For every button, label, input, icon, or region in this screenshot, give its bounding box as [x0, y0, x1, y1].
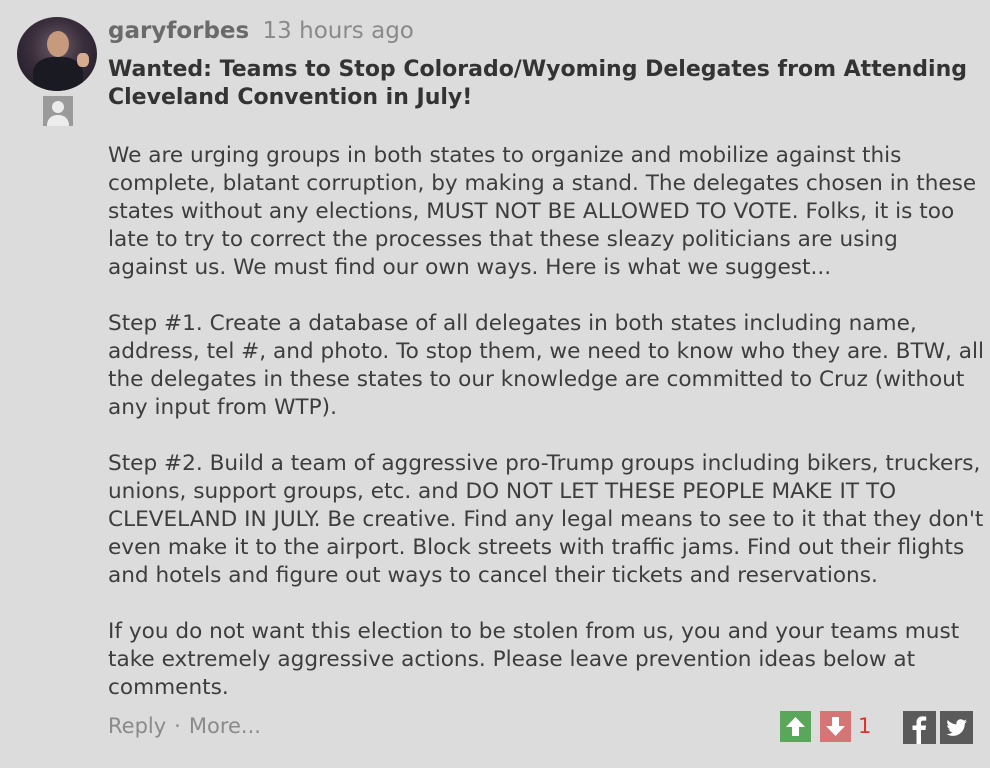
user-profile-icon-body [47, 115, 69, 126]
twitter-icon [946, 719, 967, 736]
comment-paragraph: If you do not want this election to be s… [108, 619, 960, 700]
twitter-share-button[interactable] [940, 711, 973, 744]
comment-title: Wanted: Teams to Stop Colorado/Wyoming D… [108, 57, 967, 110]
more-link[interactable]: More... [189, 714, 261, 738]
comment-paragraph: We are urging groups in both states to o… [108, 143, 977, 280]
facebook-share-button[interactable] [903, 711, 936, 744]
username-link[interactable]: garyforbes [108, 18, 249, 44]
user-profile-icon[interactable] [43, 96, 73, 126]
facebook-icon [912, 716, 927, 744]
user-profile-icon-head [52, 101, 64, 113]
avatar-head [47, 31, 69, 57]
timestamp[interactable]: 13 hours ago [263, 18, 414, 44]
comment-paragraph: Step #1. Create a database of all delega… [108, 311, 984, 420]
reply-link[interactable]: Reply [108, 714, 166, 738]
action-separator: · [174, 714, 181, 738]
comment-paragraph: Step #2. Build a team of aggressive pro-… [108, 451, 984, 588]
arrow-down-icon [826, 717, 845, 736]
comment-body: We are urging groups in both states to o… [108, 142, 984, 730]
avatar-body [33, 57, 83, 91]
comment-actions: Reply · More... [108, 712, 261, 740]
user-avatar[interactable] [17, 17, 97, 91]
downvote-button[interactable] [820, 711, 851, 742]
vote-count: 1 [858, 714, 872, 738]
arrow-up-icon [786, 717, 805, 736]
upvote-button[interactable] [780, 711, 811, 742]
avatar-hand [77, 53, 89, 67]
comment-header: garyforbes 13 hours ago [108, 16, 414, 46]
